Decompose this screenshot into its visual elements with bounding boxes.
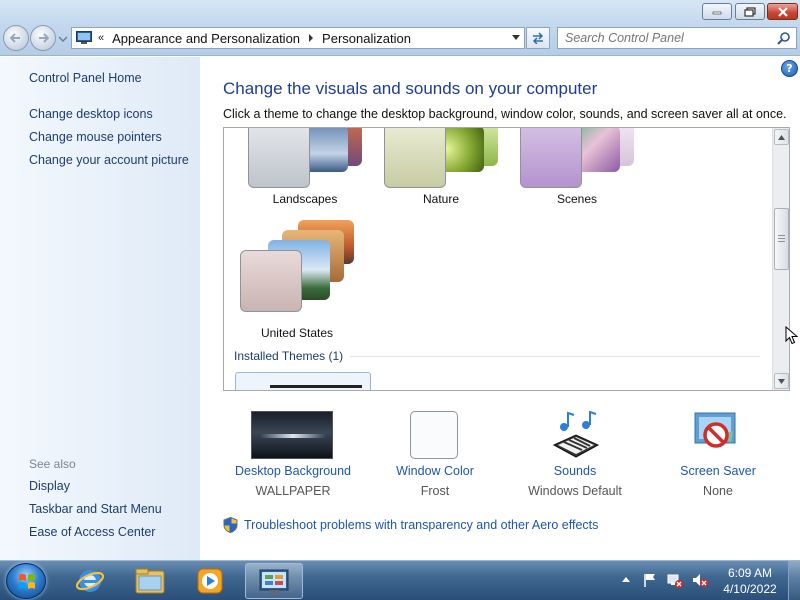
theme-item-landscapes[interactable]: Landscapes xyxy=(236,128,366,206)
theme-label-scenes: Scenes xyxy=(556,192,598,206)
section-divider xyxy=(350,356,760,357)
sounds-value: Windows Default xyxy=(528,484,622,498)
theme-label-nature: Nature xyxy=(422,192,460,206)
minimize-icon xyxy=(712,11,722,14)
see-also-heading: See also xyxy=(29,457,76,471)
left-task-pane: Control Panel Home Change desktop icons … xyxy=(0,57,200,560)
minimize-button[interactable] xyxy=(702,3,732,20)
control-panel-icon xyxy=(76,31,92,44)
address-root-chevron[interactable]: « xyxy=(98,32,104,44)
windows-explorer-icon xyxy=(135,568,165,594)
system-clock[interactable]: 6:09 AM 4/10/2022 xyxy=(716,565,784,597)
chevron-down-icon xyxy=(58,36,68,42)
window-color-link[interactable]: Window Color xyxy=(360,464,510,478)
page-title: Change the visuals and sounds on your co… xyxy=(223,79,598,98)
change-mouse-pointers-link[interactable]: Change mouse pointers xyxy=(29,130,162,144)
taskbar-control-panel[interactable] xyxy=(245,563,303,599)
screen-saver-value: None xyxy=(703,484,733,498)
scroll-thumb[interactable] xyxy=(774,208,789,270)
installed-themes-heading[interactable]: Installed Themes (1) xyxy=(234,349,343,363)
sounds-link[interactable]: Sounds xyxy=(500,464,650,478)
scroll-down-button[interactable] xyxy=(774,373,789,389)
taskbar-internet-explorer[interactable] xyxy=(62,563,118,599)
breadcrumb-separator-icon[interactable] xyxy=(309,34,314,42)
change-account-picture-link[interactable]: Change your account picture xyxy=(29,153,189,167)
breadcrumb-appearance[interactable]: Appearance and Personalization xyxy=(112,31,300,46)
change-desktop-icons-link[interactable]: Change desktop icons xyxy=(29,107,153,121)
theme-gallery: Landscapes Nature Scenes United States I… xyxy=(223,127,790,391)
window-chrome: « Appearance and Personalization Persona… xyxy=(0,0,800,56)
window-color-swatch-icon xyxy=(410,411,458,459)
piano-music-notes-icon xyxy=(552,411,600,458)
show-desktop-button[interactable] xyxy=(788,561,800,600)
installed-theme-item[interactable] xyxy=(235,372,371,390)
mouse-cursor-icon xyxy=(785,326,799,345)
clock-date: 4/10/2022 xyxy=(723,582,777,596)
desktop-background-link[interactable]: Desktop Background xyxy=(218,464,368,478)
scenes-theme-icon xyxy=(518,128,638,188)
close-button[interactable] xyxy=(767,3,798,20)
recent-pages-dropdown[interactable] xyxy=(58,33,68,43)
chevron-up-icon xyxy=(778,134,785,140)
window-color-value: Frost xyxy=(420,484,450,498)
action-center-flag-icon[interactable] xyxy=(642,572,658,588)
no-screen-saver-icon xyxy=(694,412,736,448)
network-disconnected-icon[interactable] xyxy=(667,572,683,588)
search-input[interactable] xyxy=(558,31,768,45)
address-bar[interactable]: « Appearance and Personalization Persona… xyxy=(71,27,525,49)
ease-of-access-link[interactable]: Ease of Access Center xyxy=(29,525,155,539)
display-link[interactable]: Display xyxy=(29,479,70,493)
theme-label-united-states: United States xyxy=(260,326,334,340)
refresh-button[interactable] xyxy=(526,27,550,49)
control-panel-home-link[interactable]: Control Panel Home xyxy=(29,71,142,85)
media-player-icon xyxy=(197,568,223,594)
shield-icon xyxy=(223,517,238,533)
theme-label-landscapes: Landscapes xyxy=(272,192,338,206)
taskbar-media-player[interactable] xyxy=(182,563,238,599)
theme-gallery-scrollbar[interactable] xyxy=(772,128,789,390)
clock-time: 6:09 AM xyxy=(727,566,773,580)
forward-arrow-icon xyxy=(39,33,49,43)
theme-item-united-states[interactable]: United States xyxy=(228,220,358,340)
help-icon[interactable]: ? xyxy=(781,60,798,77)
desktop-background-value: WALLPAPER xyxy=(255,484,331,498)
wallpaper-thumbnail-icon xyxy=(251,411,333,459)
forward-button[interactable] xyxy=(30,25,56,51)
taskbar-windows-explorer[interactable] xyxy=(122,563,178,599)
chevron-down-icon xyxy=(778,378,785,384)
theme-item-scenes[interactable]: Scenes xyxy=(508,128,638,206)
main-content-pane: ? Change the visuals and sounds on your … xyxy=(200,57,800,560)
volume-muted-icon[interactable] xyxy=(692,572,708,588)
theme-item-nature[interactable]: Nature xyxy=(372,128,502,206)
united-states-theme-icon xyxy=(238,220,362,320)
landscapes-theme-icon xyxy=(246,128,366,188)
refresh-icon xyxy=(532,32,544,44)
back-button[interactable] xyxy=(3,25,29,51)
windows-logo-icon xyxy=(19,574,35,589)
address-dropdown-icon[interactable] xyxy=(512,35,520,40)
taskbar: 6:09 AM 4/10/2022 xyxy=(0,560,800,600)
troubleshoot-link[interactable]: Troubleshoot problems with transparency … xyxy=(223,517,598,533)
page-subtitle: Click a theme to change the desktop back… xyxy=(223,107,787,121)
start-button[interactable] xyxy=(6,563,46,599)
control-panel-icon xyxy=(259,569,289,593)
breadcrumb-personalization[interactable]: Personalization xyxy=(322,31,411,46)
restore-icon xyxy=(744,6,756,17)
taskbar-start-menu-link[interactable]: Taskbar and Start Menu xyxy=(29,502,162,516)
nature-theme-icon xyxy=(382,128,502,188)
troubleshoot-link-text[interactable]: Troubleshoot problems with transparency … xyxy=(244,518,598,532)
scroll-up-button[interactable] xyxy=(774,129,789,145)
search-box[interactable] xyxy=(557,27,797,49)
search-icon[interactable] xyxy=(777,31,791,45)
back-arrow-icon xyxy=(10,33,20,43)
restore-button[interactable] xyxy=(735,3,765,20)
screen-saver-link[interactable]: Screen Saver xyxy=(643,464,793,478)
show-hidden-icons-button[interactable] xyxy=(622,577,630,582)
internet-explorer-icon xyxy=(75,570,105,592)
close-icon xyxy=(777,6,788,17)
